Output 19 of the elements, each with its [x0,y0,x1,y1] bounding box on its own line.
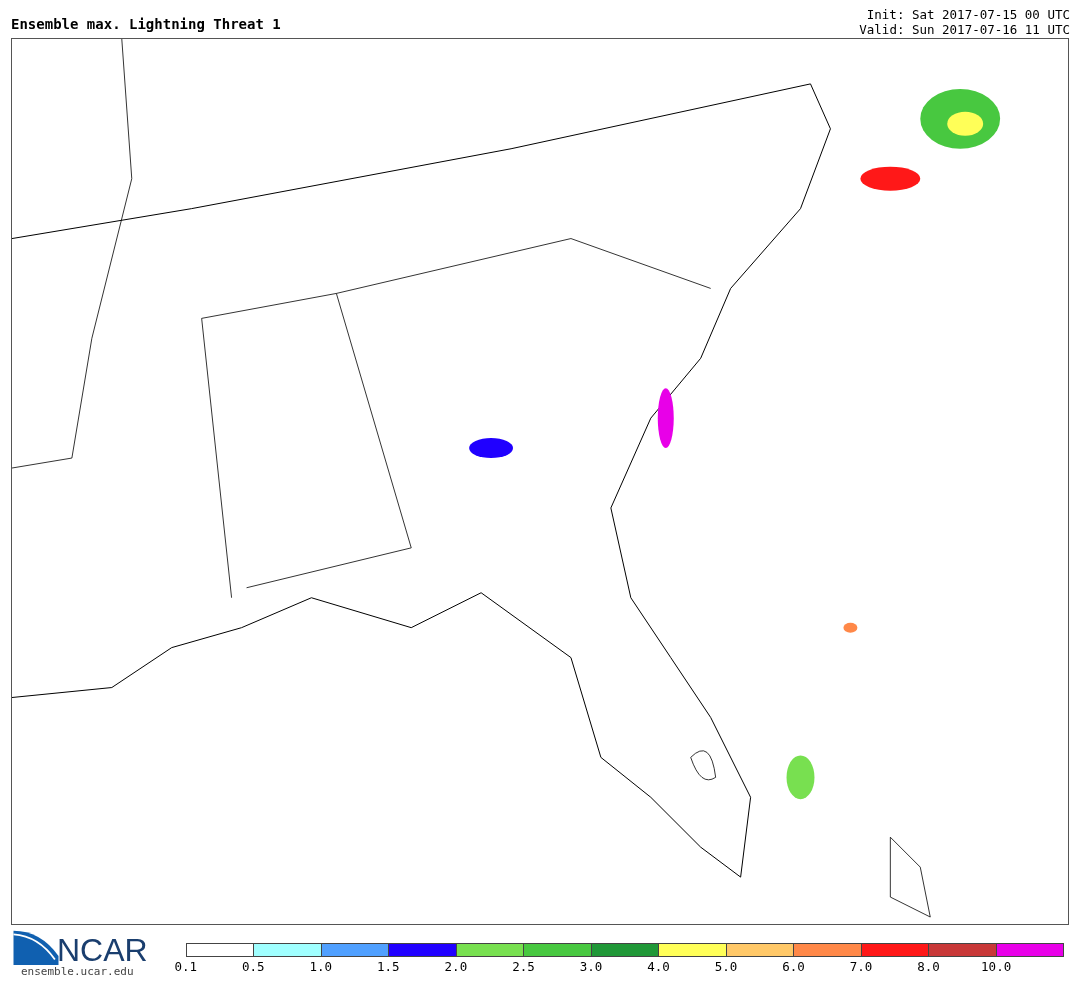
valid-time: Valid: Sun 2017-07-16 11 UTC [859,22,1070,37]
scale-label: 1.0 [309,959,333,974]
logo-text: NCAR [57,935,148,965]
scale-label: 8.0 [917,959,940,974]
scale-label: 1.5 [377,959,400,974]
scale-label: 10.0 [981,959,1012,974]
scale-label: 2.0 [444,959,468,974]
scale-label: 4.0 [647,959,670,974]
site-url: ensemble.ucar.edu [21,965,135,978]
scale-label: 0.5 [242,959,265,974]
scale-label: 3.0 [579,959,603,974]
init-time: Init: Sat 2017-07-15 00 UTC [866,7,1070,22]
map-title: Ensemble max. Lightning Threat 1 [11,16,281,32]
swoosh-icon [11,929,61,965]
scale-label: 5.0 [714,959,738,974]
scale-label: 6.0 [782,959,805,974]
scale-label: 2.5 [512,959,535,974]
scale-label: 0.1 [174,959,198,974]
scale-label: 7.0 [849,959,873,974]
